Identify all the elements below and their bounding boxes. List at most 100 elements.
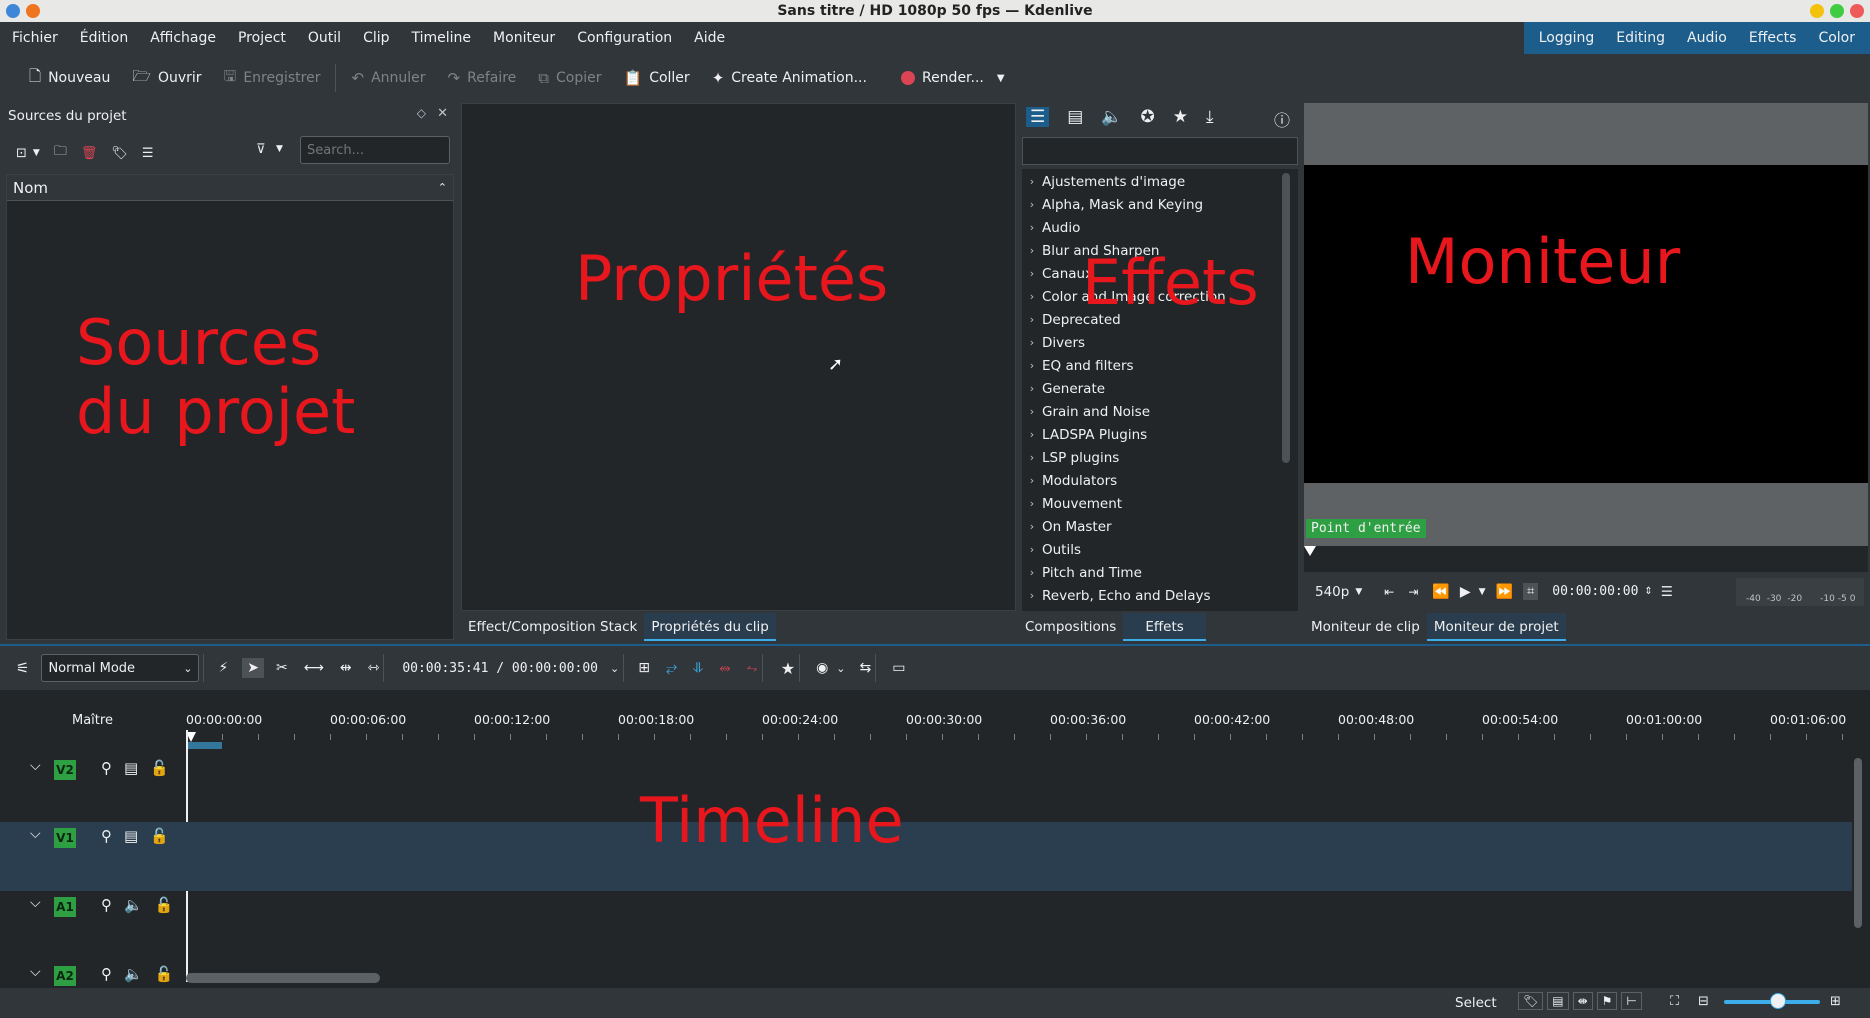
paste-button[interactable]: 📋 Coller (613, 69, 701, 87)
snap-icon[interactable]: ⊢ (1621, 992, 1642, 1010)
float-dock-icon[interactable]: ◇ (417, 106, 426, 120)
film-icon[interactable]: ▤ (124, 759, 138, 777)
custom-effects-icon[interactable]: ✪ (1140, 107, 1154, 127)
overwrite-icon[interactable]: ⥥ (693, 660, 703, 676)
tab-compositions[interactable]: Compositions (1018, 613, 1123, 641)
create-animation-button[interactable]: ✦ Create Animation... (701, 69, 878, 87)
tab-effect-stack[interactable]: Effect/Composition Stack (461, 613, 644, 641)
tag-icon[interactable]: 🏷 (1518, 992, 1544, 1010)
play-icon[interactable]: ▶ (1460, 584, 1471, 600)
effect-wand-icon[interactable]: ⚲ (101, 965, 112, 983)
monitor-ruler[interactable] (1304, 546, 1868, 572)
delete-icon[interactable]: 🗑 (81, 146, 98, 161)
collapse-chevron-icon[interactable]: ⌵ (30, 826, 41, 842)
render-button[interactable]: Render... ▼ (890, 70, 1016, 86)
timeline-timecode[interactable]: 00:00:35:41 / 00:00:00:00 (402, 661, 598, 676)
effect-category[interactable]: › Alpha, Mask and Keying (1022, 193, 1284, 216)
menu-clip[interactable]: Clip (352, 30, 400, 46)
spinner-arrows-icon[interactable]: ⇕ (1644, 586, 1652, 597)
menu-affichage[interactable]: Affichage (139, 30, 227, 46)
fit-zoom-icon[interactable]: ⊞ (638, 660, 650, 676)
effect-category[interactable]: › Generate (1022, 377, 1284, 400)
effect-wand-icon[interactable]: ⚲ (101, 896, 112, 914)
track-name-a2[interactable]: A2 (54, 966, 76, 986)
hamburger-menu-icon[interactable]: ☰ (1661, 584, 1673, 600)
tab-clip-monitor[interactable]: Moniteur de clip (1304, 613, 1427, 641)
open-button[interactable]: 🗁 Ouvrir (121, 66, 212, 91)
monitor-video-area[interactable] (1304, 165, 1868, 483)
effect-category[interactable]: › Grain and Noise (1022, 400, 1284, 423)
menu-configuration[interactable]: Configuration (566, 30, 683, 46)
chevron-down-icon[interactable]: ▼ (997, 73, 1005, 84)
insert-icon[interactable]: ⥂ (666, 660, 677, 676)
monitor-timecode[interactable]: 00:00:00:00 (1552, 584, 1638, 599)
timeline-vertical-scrollbar[interactable] (1854, 758, 1862, 928)
track-name-a1[interactable]: A1 (54, 897, 76, 917)
audio-thumb-icon[interactable]: ⇼ (1572, 992, 1593, 1010)
redo-button[interactable]: ↷ Refaire (437, 69, 528, 87)
effects-search-input[interactable] (1022, 137, 1298, 165)
maximize-button[interactable] (1830, 4, 1844, 18)
effect-category[interactable]: › Audio (1022, 216, 1284, 239)
tab-effects[interactable]: Effets (1123, 613, 1206, 641)
menu-outil[interactable]: Outil (297, 30, 352, 46)
zoom-slider-handle[interactable] (1770, 993, 1786, 1009)
add-folder-icon[interactable]: 🗀 (54, 142, 67, 164)
multicam-icon[interactable]: ⚡ (218, 660, 228, 676)
close-window-button[interactable] (1850, 4, 1864, 18)
lock-icon[interactable]: 🔓 (155, 896, 174, 914)
favorite-icon[interactable]: ★ (781, 659, 795, 678)
spacer-tool-icon[interactable]: ⟷ (304, 660, 324, 676)
list-menu-icon[interactable]: ☰ (142, 146, 154, 161)
lock-icon[interactable]: 🔓 (150, 759, 169, 777)
effect-category[interactable]: › Pitch and Time (1022, 561, 1284, 584)
thumbnail-icon[interactable]: ▤ (1547, 992, 1569, 1010)
record-audio-icon[interactable]: ◉ (816, 660, 828, 676)
effect-wand-icon[interactable]: ⚲ (101, 759, 112, 777)
tab-clip-properties[interactable]: Propriétés du clip (644, 613, 776, 641)
favorite-icon[interactable]: ★ (1173, 107, 1188, 127)
lock-icon[interactable]: 🔓 (155, 965, 174, 983)
effect-category[interactable]: › EQ and filters (1022, 354, 1284, 377)
master-label[interactable]: Maître (72, 713, 113, 728)
new-button[interactable]: 🗋 Nouveau (18, 66, 121, 91)
list-view-icon[interactable]: ☰ (1026, 107, 1050, 127)
layout-editing[interactable]: Editing (1605, 30, 1676, 46)
tag-icon[interactable]: 🏷 (111, 146, 128, 161)
layout-audio[interactable]: Audio (1676, 30, 1738, 46)
minimize-button[interactable] (1810, 4, 1824, 18)
effect-category[interactable]: › Divers (1022, 331, 1284, 354)
chevron-down-icon[interactable]: ▼ (1355, 587, 1362, 597)
search-input[interactable] (300, 136, 450, 164)
menu-project[interactable]: Project (227, 30, 297, 46)
chevron-down-icon[interactable]: ▼ (33, 148, 40, 158)
download-icon[interactable]: ⤓ (1206, 107, 1214, 127)
edit-mode-select[interactable]: Normal Mode ⌄ (41, 654, 200, 682)
window-menu-icon[interactable] (6, 4, 20, 18)
collapse-chevron-icon[interactable]: ⌵ (30, 758, 41, 774)
speaker-icon[interactable]: 🔈 (124, 965, 143, 983)
resolution-select[interactable]: 540p (1315, 584, 1349, 600)
menu-fichier[interactable]: Fichier (0, 30, 69, 46)
zoom-fit-icon[interactable]: ⛶ (1670, 994, 1679, 1009)
zoom-in-icon[interactable]: ⊞ (1830, 994, 1841, 1009)
film-icon[interactable]: ▤ (124, 827, 138, 845)
slip-tool-icon[interactable]: ⇿ (368, 660, 380, 676)
effect-category[interactable]: › Ajustements d'image (1022, 170, 1284, 193)
zone-marker[interactable] (186, 742, 222, 749)
chevron-down-icon[interactable]: ▼ (1479, 587, 1486, 597)
tab-project-monitor[interactable]: Moniteur de projet (1426, 613, 1566, 641)
lock-icon[interactable]: 🔓 (150, 827, 169, 845)
timeline-settings-icon[interactable]: ⚟ (16, 659, 29, 677)
effect-category[interactable]: › LSP plugins (1022, 446, 1284, 469)
add-clip-icon[interactable]: ⊡ (16, 146, 27, 161)
set-in-point-icon[interactable]: ⇤ (1384, 585, 1394, 599)
chevron-down-icon[interactable]: ⌄ (836, 662, 845, 675)
filter-icon[interactable]: ⊽ (256, 142, 266, 157)
ripple-tool-icon[interactable]: ⇹ (340, 660, 352, 676)
layout-effects[interactable]: Effects (1738, 30, 1808, 46)
fast-forward-icon[interactable]: ⏩ (1496, 584, 1513, 600)
playhead-marker[interactable] (1304, 546, 1316, 556)
collapse-chevron-icon[interactable]: ⌵ (30, 964, 41, 980)
menu-edition[interactable]: Édition (69, 30, 139, 46)
